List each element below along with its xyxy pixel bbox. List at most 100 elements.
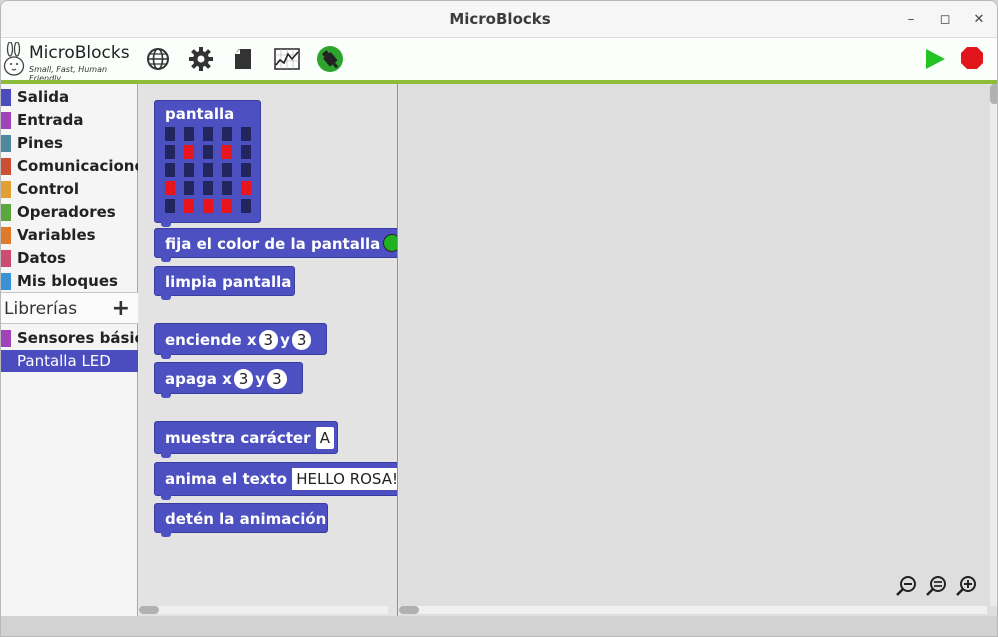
- category-color-swatch: [1, 135, 11, 152]
- block-set-display-color[interactable]: fija el color de la pantalla a: [154, 228, 397, 262]
- led-cell[interactable]: [184, 181, 194, 195]
- category-comunicaciones[interactable]: Comunicaciones: [1, 155, 138, 177]
- block-stop-animation[interactable]: detén la animación: [154, 503, 328, 537]
- led-cell[interactable]: [241, 181, 251, 195]
- category-label: Salida: [17, 88, 70, 106]
- usb-connected-icon[interactable]: [316, 45, 344, 73]
- block-label: apaga x: [165, 370, 232, 388]
- led-cell[interactable]: [165, 127, 175, 141]
- led-cell[interactable]: [241, 145, 251, 159]
- block-label: pantalla: [165, 105, 235, 123]
- minimize-button[interactable]: –: [900, 9, 922, 31]
- led-cell[interactable]: [203, 145, 213, 159]
- libraries-title: Librerías: [4, 299, 78, 319]
- block-label: limpia pantalla: [165, 273, 292, 291]
- zoom-in-icon[interactable]: [955, 574, 979, 598]
- script-horizontal-scrollbar[interactable]: [399, 606, 987, 614]
- category-control[interactable]: Control: [1, 178, 138, 200]
- window-title: MicroBlocks: [449, 10, 551, 28]
- block-notch: [161, 453, 171, 458]
- x-input[interactable]: 3: [233, 369, 254, 389]
- library-sensores-basicos[interactable]: Sensores básicos: [1, 327, 138, 349]
- zoom-out-icon[interactable]: [895, 574, 919, 598]
- block-label: y: [280, 331, 290, 349]
- stop-icon[interactable]: [960, 46, 984, 70]
- logo-name: MicroBlocks: [29, 43, 130, 63]
- led-cell[interactable]: [241, 163, 251, 177]
- led-cell[interactable]: [184, 127, 194, 141]
- block-unplot[interactable]: apaga x3y3: [154, 362, 303, 398]
- led-cell[interactable]: [184, 145, 194, 159]
- led-cell[interactable]: [165, 163, 175, 177]
- palette-scroll-thumb[interactable]: [139, 606, 159, 614]
- led-cell[interactable]: [184, 199, 194, 213]
- globe-icon[interactable]: [145, 46, 171, 72]
- run-icon[interactable]: [923, 47, 947, 71]
- script-scroll-thumb[interactable]: [399, 606, 419, 614]
- led-cell[interactable]: [165, 199, 175, 213]
- character-input[interactable]: A: [315, 427, 334, 449]
- block-show-character[interactable]: muestra carácter A: [154, 421, 338, 458]
- y-input[interactable]: 3: [291, 330, 312, 350]
- vertical-scrollbar[interactable]: [990, 84, 997, 606]
- category-color-swatch: [1, 112, 11, 129]
- led-cell[interactable]: [222, 181, 232, 195]
- maximize-button[interactable]: ◻: [934, 9, 956, 31]
- led-cell[interactable]: [165, 145, 175, 159]
- block-notch: [161, 222, 171, 227]
- vertical-scroll-thumb[interactable]: [990, 84, 997, 104]
- led-cell[interactable]: [222, 163, 232, 177]
- led-cell[interactable]: [222, 145, 232, 159]
- block-scroll-text[interactable]: anima el texto HELLO ROSA!: [154, 462, 397, 500]
- category-pines[interactable]: Pines: [1, 132, 138, 154]
- block-notch: [161, 532, 171, 537]
- category-color-swatch: [1, 158, 11, 175]
- category-label: Pines: [17, 134, 63, 152]
- led-cell[interactable]: [165, 181, 175, 195]
- category-label: Entrada: [17, 111, 84, 129]
- library-pantalla-led[interactable]: Pantalla LED: [1, 350, 138, 372]
- category-color-swatch: [1, 227, 11, 244]
- graph-icon[interactable]: [274, 46, 300, 72]
- category-datos[interactable]: Datos: [1, 247, 138, 269]
- category-salida[interactable]: Salida: [1, 86, 138, 108]
- file-icon[interactable]: [231, 46, 257, 72]
- category-entrada[interactable]: Entrada: [1, 109, 138, 131]
- led-cell[interactable]: [222, 127, 232, 141]
- block-label: y: [255, 370, 266, 388]
- block-notch: [161, 393, 171, 398]
- bottom-bar: [1, 616, 997, 636]
- block-clear-display[interactable]: limpia pantalla: [154, 266, 295, 300]
- close-button[interactable]: ✕: [968, 9, 990, 31]
- palette-horizontal-scrollbar[interactable]: [139, 606, 388, 614]
- led-cell[interactable]: [203, 127, 213, 141]
- text-input[interactable]: HELLO ROSA!: [292, 468, 397, 490]
- block-plot[interactable]: enciende x3y3: [154, 323, 327, 359]
- category-variables[interactable]: Variables: [1, 224, 138, 246]
- led-cell[interactable]: [203, 181, 213, 195]
- block-label: muestra carácter: [165, 429, 311, 447]
- color-swatch[interactable]: [383, 234, 397, 252]
- category-color-swatch: [1, 89, 11, 106]
- add-library-button[interactable]: +: [112, 293, 130, 325]
- gear-icon[interactable]: [188, 46, 214, 72]
- led-cell[interactable]: [241, 127, 251, 141]
- category-mis-bloques[interactable]: Mis bloques: [1, 270, 138, 292]
- y-input[interactable]: 3: [267, 369, 287, 389]
- library-color-swatch: [1, 330, 11, 347]
- x-input[interactable]: 3: [258, 330, 279, 350]
- led-cell[interactable]: [203, 163, 213, 177]
- led-cell[interactable]: [184, 163, 194, 177]
- scripting-area[interactable]: [399, 84, 997, 616]
- block-pantalla[interactable]: pantalla: [154, 100, 261, 227]
- category-label: Mis bloques: [17, 272, 118, 290]
- led-cell[interactable]: [222, 199, 232, 213]
- zoom-reset-icon[interactable]: [925, 574, 949, 598]
- category-operadores[interactable]: Operadores: [1, 201, 138, 223]
- title-bar: MicroBlocks – ◻ ✕: [1, 1, 997, 38]
- led-cell[interactable]: [203, 199, 213, 213]
- block-notch: [161, 257, 171, 262]
- category-color-swatch: [1, 250, 11, 267]
- block-notch: [161, 295, 171, 300]
- led-cell[interactable]: [241, 199, 251, 213]
